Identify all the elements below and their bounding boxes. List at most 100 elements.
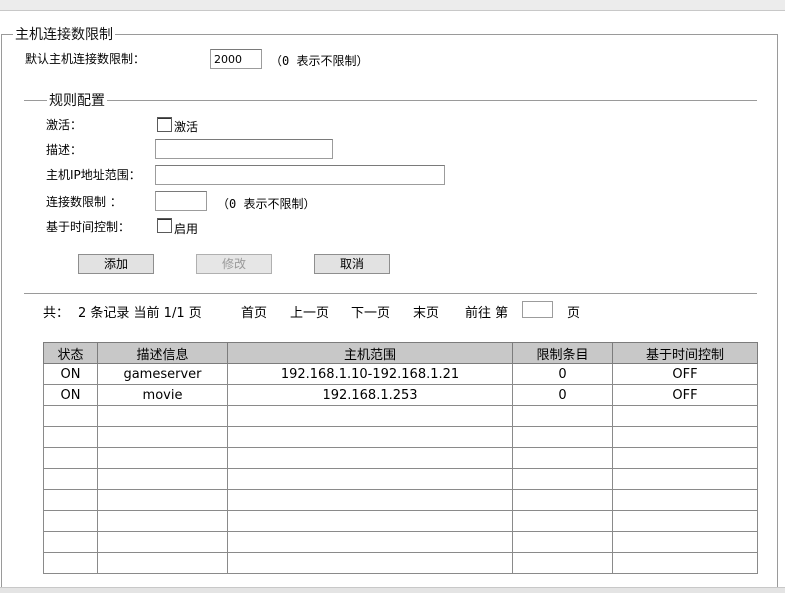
header-description: 描述信息 <box>97 342 228 364</box>
activate-checkbox[interactable] <box>157 117 172 132</box>
cell-description: gameserver <box>97 363 228 385</box>
cell-time-control <box>612 552 758 574</box>
cell-host-range: 192.168.1.253 <box>227 384 513 406</box>
cell-time-control <box>612 447 758 469</box>
cell-time-control <box>612 510 758 532</box>
table-row[interactable] <box>43 510 758 532</box>
ip-range-input[interactable] <box>155 165 445 185</box>
cell-status <box>43 405 98 427</box>
cell-time-control: OFF <box>612 363 758 385</box>
cell-status <box>43 510 98 532</box>
header-host-range: 主机范围 <box>227 342 513 364</box>
cell-host-range <box>227 405 513 427</box>
section-title: 主机连接数限制 <box>13 24 115 44</box>
cell-status: ON <box>43 384 98 406</box>
table-row[interactable]: ON gameserver 192.168.1.10-192.168.1.21 0 OF… <box>43 363 758 385</box>
default-limit-hint: （0 表示不限制） <box>270 54 369 68</box>
cell-status: ON <box>43 363 98 385</box>
rule-config-divider <box>24 100 757 101</box>
cell-description <box>97 552 228 574</box>
cell-limit <box>512 510 613 532</box>
cell-limit: 0 <box>512 384 613 406</box>
cell-host-range <box>227 489 513 511</box>
cell-description <box>97 468 228 490</box>
cell-status <box>43 489 98 511</box>
description-input[interactable] <box>155 139 333 159</box>
cell-host-range <box>227 510 513 532</box>
cell-time-control <box>612 426 758 448</box>
top-toolbar-strip <box>0 0 785 11</box>
table-row[interactable] <box>43 552 758 574</box>
cell-status <box>43 552 98 574</box>
table-row[interactable]: ON movie 192.168.1.253 0 OFF <box>43 384 758 406</box>
ip-range-label: 主机IP地址范围： <box>46 168 141 182</box>
cell-status <box>43 426 98 448</box>
conn-limit-hint: （0 表示不限制） <box>217 197 316 211</box>
cell-time-control <box>612 531 758 553</box>
pager-goto-label: 前往 第 <box>465 306 509 321</box>
pager-next[interactable]: 下一页 <box>351 302 390 321</box>
header-limit: 限制条目 <box>512 342 613 364</box>
cell-host-range <box>227 468 513 490</box>
add-button[interactable]: 添加 <box>78 254 154 274</box>
default-limit-input[interactable] <box>210 49 262 69</box>
cell-host-range <box>227 552 513 574</box>
pager-total-prefix: 共： <box>43 306 70 321</box>
cell-time-control <box>612 405 758 427</box>
pager-total: 2 条记录 当前 1/1 页 <box>78 306 202 321</box>
table-row[interactable] <box>43 426 758 448</box>
cell-limit <box>512 552 613 574</box>
cell-limit <box>512 489 613 511</box>
cell-host-range <box>227 426 513 448</box>
cell-host-range <box>227 531 513 553</box>
pager-last[interactable]: 末页 <box>413 302 439 321</box>
description-label: 描述： <box>46 143 83 157</box>
cell-limit <box>512 447 613 469</box>
rules-table: 状态 描述信息 主机范围 限制条目 基于时间控制 ON gameserver 192… <box>43 342 758 574</box>
cell-description <box>97 447 228 469</box>
time-control-label: 基于时间控制： <box>46 220 131 234</box>
pager-divider <box>24 293 757 294</box>
default-limit-label: 默认主机连接数限制： <box>25 52 146 66</box>
cell-limit: 0 <box>512 363 613 385</box>
header-status: 状态 <box>43 342 98 364</box>
cell-host-range: 192.168.1.10-192.168.1.21 <box>227 363 513 385</box>
modify-button[interactable]: 修改 <box>196 254 272 274</box>
cell-description <box>97 531 228 553</box>
cell-status <box>43 447 98 469</box>
table-row[interactable] <box>43 531 758 553</box>
cell-status <box>43 468 98 490</box>
cell-description: movie <box>97 384 228 406</box>
pager-prev[interactable]: 上一页 <box>290 302 329 321</box>
time-control-checkbox-text: 启用 <box>174 222 199 236</box>
cell-limit <box>512 426 613 448</box>
header-time-control: 基于时间控制 <box>612 342 758 364</box>
table-row[interactable] <box>43 489 758 511</box>
table-row[interactable] <box>43 468 758 490</box>
cell-status <box>43 531 98 553</box>
cell-description <box>97 510 228 532</box>
cell-limit <box>512 468 613 490</box>
pager-first[interactable]: 首页 <box>241 302 267 321</box>
time-control-checkbox[interactable] <box>157 218 172 233</box>
conn-limit-input[interactable] <box>155 191 207 211</box>
pager-page-suffix: 页 <box>567 306 581 321</box>
activate-checkbox-text: 激活 <box>174 120 199 134</box>
table-row[interactable] <box>43 447 758 469</box>
cell-time-control <box>612 489 758 511</box>
table-row[interactable] <box>43 405 758 427</box>
cell-limit <box>512 531 613 553</box>
bottom-edge <box>0 587 785 593</box>
cell-time-control <box>612 468 758 490</box>
rule-config-title: 规则配置 <box>47 90 107 110</box>
cell-description <box>97 405 228 427</box>
page-number-input[interactable] <box>522 301 553 318</box>
conn-limit-label: 连接数限制 ： <box>46 195 122 209</box>
cell-description <box>97 489 228 511</box>
cell-description <box>97 426 228 448</box>
table-header-row: 状态 描述信息 主机范围 限制条目 基于时间控制 <box>43 342 758 364</box>
cell-limit <box>512 405 613 427</box>
cancel-button[interactable]: 取消 <box>314 254 390 274</box>
activate-label: 激活： <box>46 118 83 132</box>
cell-host-range <box>227 447 513 469</box>
